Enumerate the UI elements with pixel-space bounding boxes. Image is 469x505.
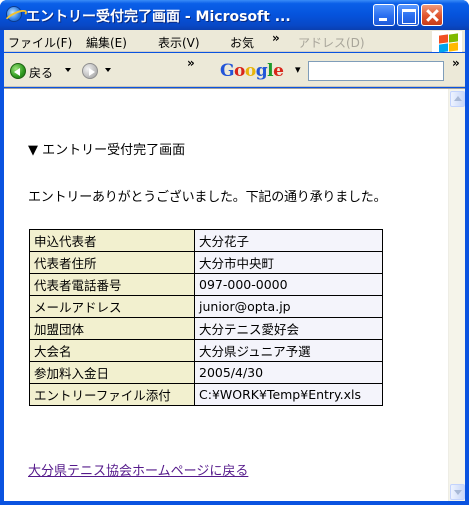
toolbar-overflow-chevron[interactable]: » (187, 56, 195, 70)
row-label: 代表者電話番号 (29, 273, 195, 296)
scroll-down-arrow-icon[interactable] (450, 484, 465, 500)
window-bottom-border (4, 501, 465, 505)
row-value: 大分テニス愛好会 (194, 317, 383, 340)
scroll-up-arrow-icon[interactable] (450, 91, 465, 107)
address-label[interactable]: アドレス(D) (298, 34, 365, 51)
row-label: メールアドレス (29, 295, 195, 318)
forward-arrow-icon[interactable] (82, 63, 98, 79)
toolbar: 戻る » Google ▾ » (4, 53, 465, 87)
google-toolbar-button[interactable]: Google (220, 61, 284, 81)
google-dropdown-arrow-icon[interactable]: ▾ (295, 63, 301, 76)
table-row: 代表者住所 大分市中央町 (29, 251, 383, 274)
windows-flag-icon (432, 31, 462, 53)
google-letter: g (255, 61, 268, 81)
minimize-button[interactable] (373, 4, 395, 26)
table-row: 参加料入金日 2005/4/30 (29, 361, 383, 384)
table-row: 大会名 大分県ジュニア予選 (29, 339, 383, 362)
forward-dropdown-arrow-icon[interactable] (105, 68, 111, 72)
menu-edit[interactable]: 編集(E) (86, 34, 127, 51)
row-label: 大会名 (29, 339, 195, 362)
menu-file[interactable]: ファイル(F) (8, 34, 72, 51)
menu-bar: ファイル(F) 編集(E) 表示(V) お気 » アドレス(D) (4, 30, 465, 53)
vertical-scrollbar[interactable] (448, 89, 465, 502)
back-arrow-icon[interactable] (10, 63, 26, 79)
table-row: 加盟団体 大分テニス愛好会 (29, 317, 383, 340)
row-value: junior@opta.jp (194, 295, 383, 318)
table-row: 代表者電話番号 097-000-0000 (29, 273, 383, 296)
table-row: メールアドレス junior@opta.jp (29, 295, 383, 318)
maximize-button[interactable] (397, 4, 419, 26)
row-label: 代表者住所 (29, 251, 195, 274)
browser-window: エントリー受付完了画面 - Microsoft ... ファイル(F) 編集(E… (0, 0, 469, 505)
row-value: 大分市中央町 (194, 251, 383, 274)
row-value: 2005/4/30 (194, 361, 383, 384)
page-content: ▼ エントリー受付完了画面 エントリーありがとうございました。下記の通り承りまし… (4, 89, 442, 502)
row-label: エントリーファイル添付 (29, 383, 195, 406)
google-letter: G (220, 61, 235, 81)
row-label: 申込代表者 (29, 229, 195, 252)
window-title: エントリー受付完了画面 - Microsoft ... (26, 9, 291, 25)
title-bar[interactable]: エントリー受付完了画面 - Microsoft ... (0, 0, 469, 30)
table-row: 申込代表者 大分花子 (29, 229, 383, 252)
google-search-input[interactable] (308, 61, 444, 81)
row-value: C:¥WORK¥Temp¥Entry.xls (194, 383, 383, 406)
entry-table: 申込代表者 大分花子 代表者住所 大分市中央町 代表者電話番号 097-000-0000 メ… (29, 229, 383, 406)
back-dropdown-arrow-icon[interactable] (65, 68, 71, 72)
intro-text: エントリーありがとうございました。下記の通り承りました。 (28, 190, 387, 205)
page-viewport: ▼ エントリー受付完了画面 エントリーありがとうございました。下記の通り承りまし… (4, 88, 465, 502)
row-label: 参加料入金日 (29, 361, 195, 384)
menu-overflow-chevron[interactable]: » (272, 31, 280, 45)
close-button[interactable] (421, 4, 443, 26)
row-label: 加盟団体 (29, 317, 195, 340)
home-page-link[interactable]: 大分県テニス協会ホームページに戻る (28, 460, 248, 479)
menu-view[interactable]: 表示(V) (158, 34, 200, 51)
row-value: 大分県ジュニア予選 (194, 339, 383, 362)
page-heading: ▼ エントリー受付完了画面 (28, 143, 186, 158)
google-letter: o (244, 61, 256, 81)
ie-logo-icon[interactable] (6, 6, 22, 22)
menu-favorites[interactable]: お気 (230, 34, 254, 51)
row-value: 大分花子 (194, 229, 383, 252)
google-letter: e (273, 61, 284, 81)
back-button-label[interactable]: 戻る (29, 64, 53, 81)
table-row: エントリーファイル添付 C:¥WORK¥Temp¥Entry.xls (29, 383, 383, 406)
google-letter: o (234, 61, 245, 81)
toolbar-overflow-chevron-right[interactable]: » (452, 56, 460, 70)
row-value: 097-000-0000 (194, 273, 383, 296)
